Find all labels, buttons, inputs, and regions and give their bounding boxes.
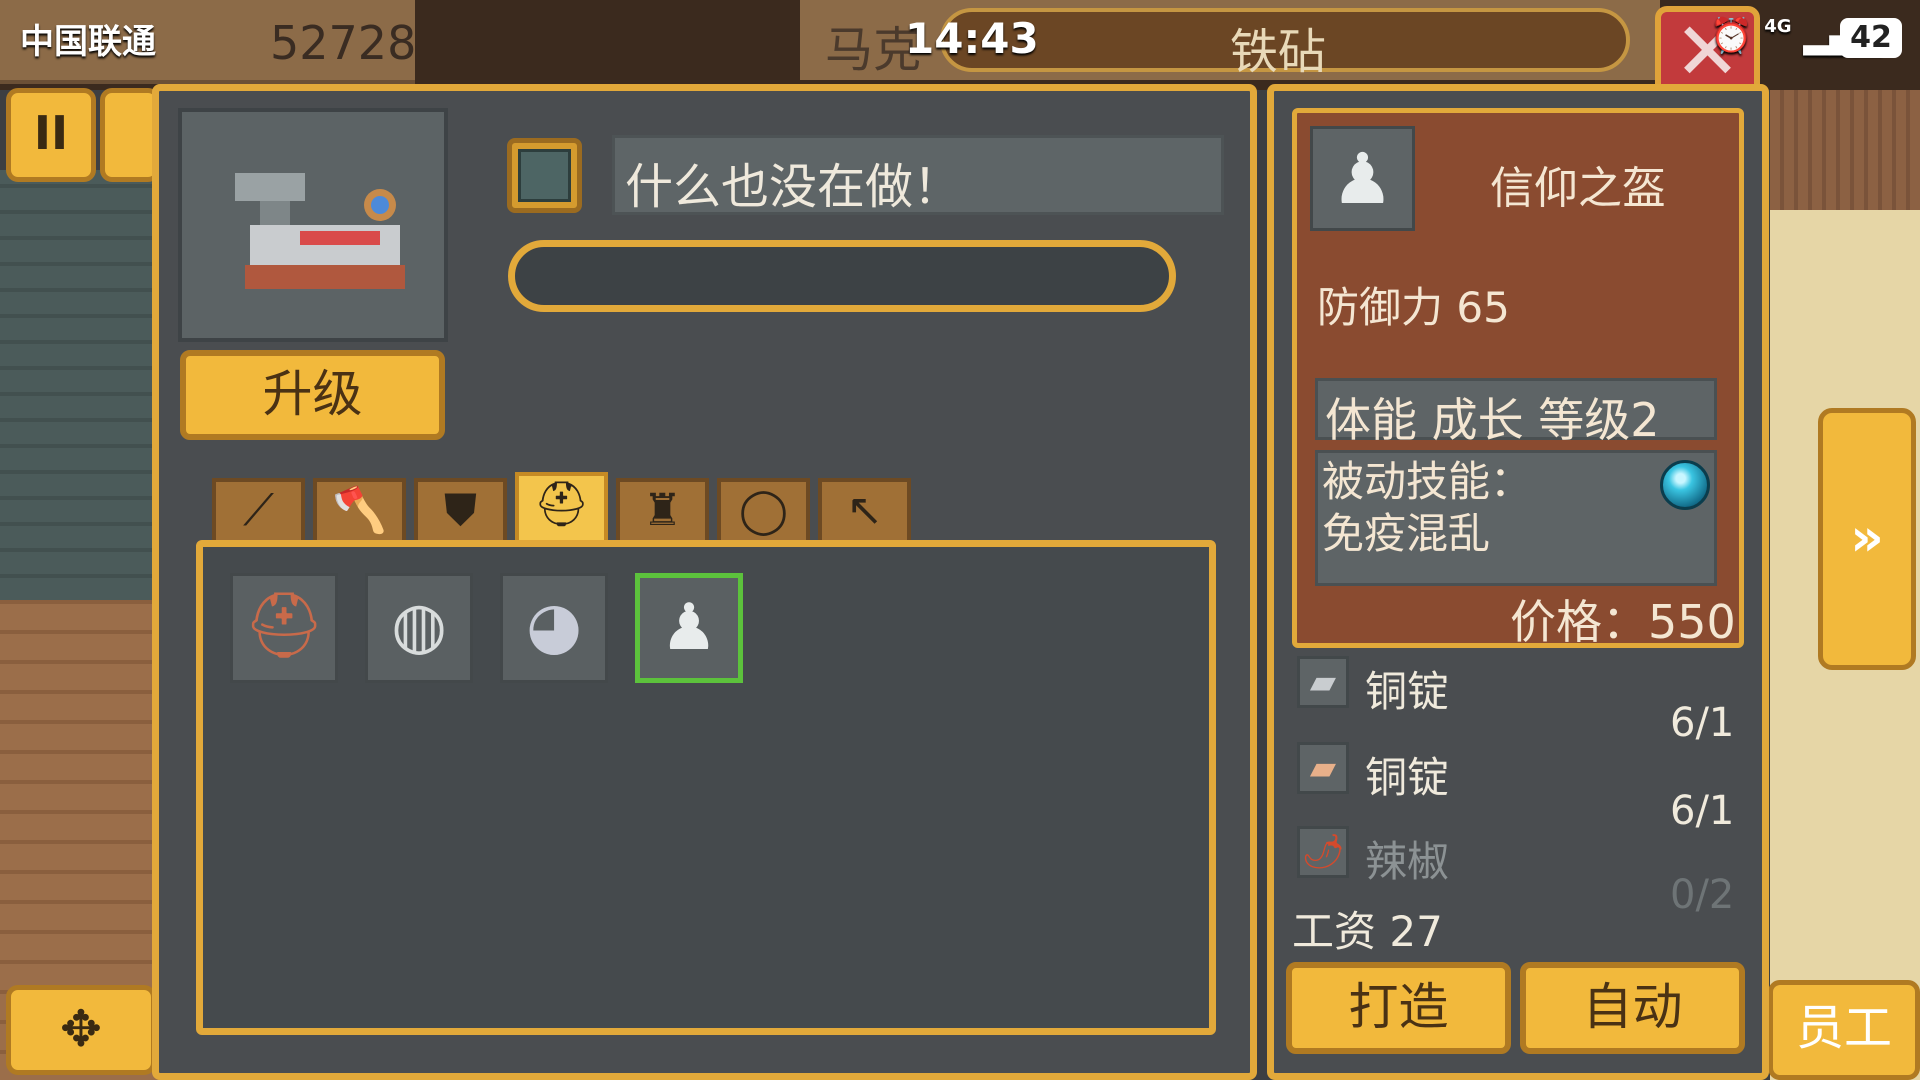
iron-ingot-icon: ▰: [1297, 656, 1349, 708]
status-text: 什么也没在做！: [625, 159, 962, 215]
iron-helmet-icon: ◍: [391, 589, 447, 663]
shield-icon: ⛊: [444, 485, 477, 536]
wage: 工资 27: [1292, 907, 1443, 956]
clock: 14:43: [905, 14, 1039, 63]
faith-helm-icon: ♟: [660, 591, 718, 665]
chili-icon: 🌶: [1297, 826, 1349, 878]
gold-amount: 52728: [270, 16, 417, 70]
defense-stat: 防御力 65: [1317, 283, 1510, 332]
tab-shield[interactable]: ⛊: [414, 478, 507, 544]
sword-icon: ⟋: [243, 485, 274, 536]
material-name: 铜锭: [1365, 667, 1450, 716]
work-slot-inner: [518, 149, 571, 202]
material-name: 辣椒: [1365, 837, 1450, 886]
passive-skill-value: 免疫混乱: [1322, 509, 1491, 558]
auto-button[interactable]: 自动: [1520, 962, 1745, 1054]
network-type: 4G: [1764, 16, 1792, 37]
material-count: 6/1: [1670, 700, 1735, 746]
pause-button[interactable]: II: [6, 88, 96, 182]
item-name: 信仰之盔: [1490, 163, 1666, 214]
staff-button[interactable]: 员工: [1768, 980, 1920, 1080]
armor-icon: ♜: [642, 485, 683, 536]
material-count: 6/1: [1670, 788, 1735, 834]
tab-axe[interactable]: 🪓: [313, 478, 406, 544]
tab-ring[interactable]: ◯: [717, 478, 810, 544]
plumed-helmet-icon: ◕: [526, 589, 582, 663]
scene-wall-left: [0, 170, 160, 600]
scene-wall-right: [1770, 90, 1920, 210]
tab-armor[interactable]: ♜: [616, 478, 709, 544]
material-count: 0/2: [1670, 872, 1735, 918]
skill-orb-icon[interactable]: [1660, 460, 1710, 510]
anvil-icon: [235, 173, 405, 289]
tab-helmet[interactable]: ⛑: [515, 472, 608, 544]
crafting-progress-bar: [508, 240, 1176, 312]
item-slot[interactable]: ⛑: [230, 573, 338, 683]
leather-cap-icon: ⛑: [243, 589, 325, 663]
side-menu-button[interactable]: [100, 88, 160, 182]
forge-button[interactable]: 打造: [1286, 962, 1511, 1054]
next-page-button[interactable]: »: [1818, 408, 1916, 670]
upgrade-button[interactable]: 升级: [180, 350, 445, 440]
helmet-icon: ⛑: [533, 479, 590, 530]
tab-sword[interactable]: ⟋: [212, 478, 305, 544]
move-button[interactable]: ✥: [6, 985, 156, 1075]
item-slot[interactable]: ◕: [500, 573, 608, 683]
item-price: 价格：550: [1510, 595, 1736, 649]
axe-icon: 🪓: [332, 485, 387, 536]
faith-helm-icon: ♟: [1310, 126, 1415, 231]
alarm-icon: ⏰: [1710, 16, 1753, 56]
ring-icon: ◯: [738, 485, 789, 536]
battery-indicator: 42: [1840, 18, 1902, 58]
carrier-name: 中国联通: [20, 22, 156, 62]
bow-icon: ↖: [846, 485, 883, 536]
tab-bow[interactable]: ↖: [818, 478, 911, 544]
item-slot[interactable]: ◍: [365, 573, 473, 683]
item-slot[interactable]: ♟: [635, 573, 743, 683]
trait-text: 体能 成长 等级2: [1325, 393, 1660, 447]
material-name: 铜锭: [1365, 753, 1450, 802]
copper-ingot-icon: ▰: [1297, 742, 1349, 794]
window-title: 铁砧: [1230, 24, 1327, 80]
